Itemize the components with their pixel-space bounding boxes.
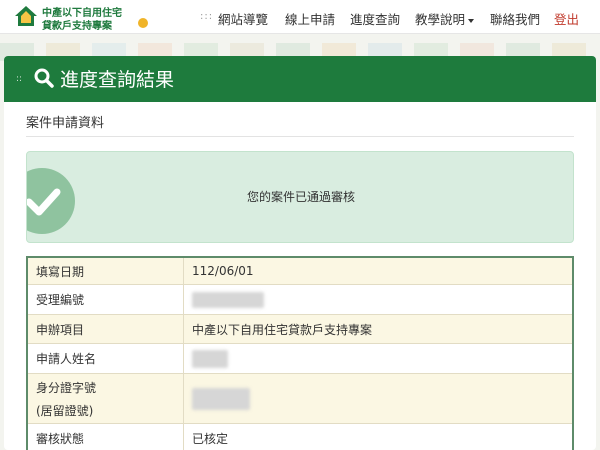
site-logo[interactable]: 中產以下自用住宅 貸款戶支持專案 — [14, 4, 148, 32]
table-row: 受理編號 — [28, 285, 572, 315]
row-label: 身分證字號 (居留證號) — [28, 374, 184, 423]
nav-tutorial[interactable]: 教學說明 — [415, 9, 475, 28]
logo-text-line2: 貸款戶支持專案 — [42, 21, 112, 32]
table-row: 審核狀態 已核定 — [28, 424, 572, 450]
application-table: 填寫日期 112/06/01 受理編號 申辦項目 中產以下自用住宅貸款戶支持專案… — [26, 256, 574, 450]
nav-online-apply[interactable]: 線上申請 — [285, 9, 335, 28]
house-logo-icon — [15, 6, 37, 26]
row-label-line2: (居留證號) — [36, 403, 94, 418]
approval-alert: 您的案件已通過審核 — [26, 151, 574, 243]
nav-contact[interactable]: 聯絡我們 — [490, 9, 540, 28]
table-row: 申請人姓名 — [28, 344, 572, 374]
table-row: 身分證字號 (居留證號) — [28, 374, 572, 424]
row-label: 申辦項目 — [28, 315, 184, 343]
row-value — [184, 285, 572, 314]
redacted-value — [192, 291, 264, 308]
row-value: 112/06/01 — [192, 264, 254, 278]
row-value: 中產以下自用住宅貸款戶支持專案 — [192, 322, 373, 337]
chevron-down-icon — [468, 18, 475, 23]
row-label: 受理編號 — [28, 285, 184, 314]
nav-site-map[interactable]: 網站導覽 — [218, 9, 268, 28]
nav-progress-query[interactable]: 進度查詢 — [350, 9, 400, 28]
row-value — [184, 344, 572, 373]
row-value: 已核定 — [192, 432, 229, 446]
row-value — [184, 374, 572, 423]
search-icon — [34, 68, 54, 88]
table-row: 填寫日期 112/06/01 — [28, 258, 572, 285]
section-divider — [26, 136, 574, 137]
nav-tutorial-label: 教學說明 — [415, 12, 466, 27]
redacted-value — [192, 387, 250, 410]
nav-grip-icon: ::: — [200, 11, 214, 22]
row-label: 填寫日期 — [28, 258, 184, 284]
section-title: 案件申請資料 — [26, 116, 105, 131]
row-label-line1: 身分證字號 — [36, 380, 97, 395]
logo-badge-icon — [138, 18, 148, 28]
page-title: 進度查詢結果 — [60, 69, 175, 91]
top-nav-bar: 中產以下自用住宅 貸款戶支持專案 ::: 網站導覽 線上申請 進度查詢 教學說明… — [0, 0, 600, 34]
alert-message: 您的案件已通過審核 — [246, 190, 355, 204]
redacted-value — [192, 349, 228, 368]
table-row: 申辦項目 中產以下自用住宅貸款戶支持專案 — [28, 315, 572, 344]
row-label: 審核狀態 — [28, 424, 184, 450]
card-header: :: 進度查詢結果 — [4, 56, 596, 102]
header-grip-icon: :: — [16, 74, 23, 84]
row-label: 申請人姓名 — [28, 344, 184, 373]
nav-logout[interactable]: 登出 — [554, 9, 579, 28]
result-card: :: 進度查詢結果 案件申請資料 您的案件已通過審核 填寫日期 112/06/0… — [4, 56, 596, 450]
